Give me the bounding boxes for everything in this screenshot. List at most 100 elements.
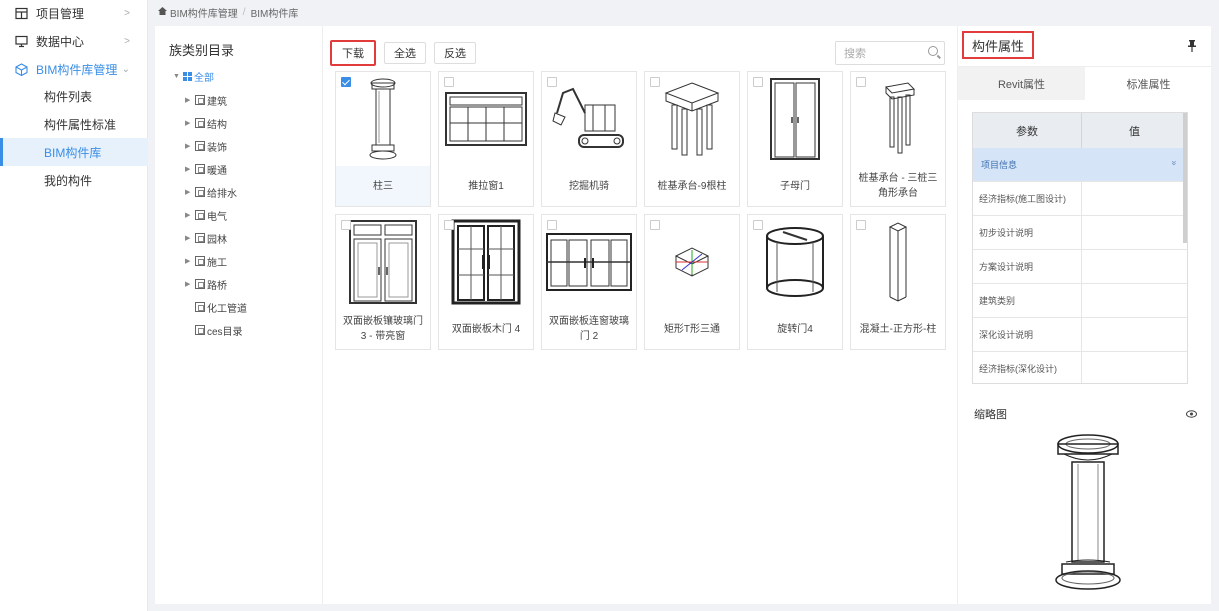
table-scrollbar[interactable] xyxy=(1183,113,1187,243)
nav-project-management[interactable]: 项目管理 > xyxy=(0,0,148,26)
table-row[interactable]: 深化设计说明 xyxy=(973,317,1187,351)
component-card[interactable]: 双面嵌板木门 4 xyxy=(438,214,534,350)
card-checkbox[interactable] xyxy=(650,220,660,230)
tree-node-category[interactable]: ces目录 xyxy=(195,322,243,338)
table-row[interactable]: 方案设计说明 xyxy=(973,249,1187,283)
caret-right-icon[interactable]: ▶ xyxy=(185,165,195,173)
nav-attribute-standard[interactable]: 构件属性标准 xyxy=(0,110,148,138)
folder-icon xyxy=(195,233,205,243)
component-card[interactable]: 双面嵌板镶玻璃门 3 - 带亮窗 xyxy=(335,214,431,350)
card-checkbox[interactable] xyxy=(650,77,660,87)
component-card[interactable]: 混凝土-正方形-柱 xyxy=(850,214,946,350)
card-checkbox[interactable] xyxy=(547,77,557,87)
tree-node-label: 给排水 xyxy=(207,188,237,200)
row-value[interactable] xyxy=(1082,216,1187,249)
tree-node-category[interactable]: 化工管道 xyxy=(195,299,247,315)
tree-node-category[interactable]: ▶ 给排水 xyxy=(185,184,237,200)
component-card[interactable]: 双面嵌板连窗玻璃门 2 xyxy=(541,214,637,350)
caret-right-icon[interactable]: ▶ xyxy=(185,142,195,150)
tab-revit-properties[interactable]: Revit属性 xyxy=(958,67,1085,100)
card-checkbox[interactable] xyxy=(341,220,351,230)
row-value[interactable] xyxy=(1082,284,1187,317)
tree-node-category[interactable]: ▶ 暖通 xyxy=(185,161,227,177)
caret-right-icon[interactable]: ▶ xyxy=(185,119,195,127)
nav-bim-library[interactable]: BIM构件库 xyxy=(0,138,148,166)
component-label: 矩形T形三通 xyxy=(663,323,721,335)
caret-right-icon[interactable]: ▶ xyxy=(185,188,195,196)
folder-icon xyxy=(195,302,205,312)
tab-standard-properties[interactable]: 标准属性 xyxy=(1085,67,1212,100)
row-value[interactable] xyxy=(1082,182,1187,215)
grid-icon xyxy=(183,71,192,81)
component-card[interactable]: 挖掘机骑 xyxy=(541,71,637,207)
invert-selection-button[interactable]: 反选 xyxy=(434,42,476,64)
caret-right-icon[interactable]: ▶ xyxy=(185,280,195,288)
group-row-project-info[interactable]: 项目信息 » xyxy=(973,148,1187,181)
row-value[interactable] xyxy=(1082,352,1187,383)
nav-my-components[interactable]: 我的构件 xyxy=(0,166,148,194)
component-label: 双面嵌板镶玻璃门 3 - 带亮窗 xyxy=(343,316,423,342)
component-card[interactable]: 桩基承台-9根柱 xyxy=(644,71,740,207)
home-icon[interactable] xyxy=(158,6,167,18)
card-checkbox[interactable] xyxy=(856,77,866,87)
card-checkbox[interactable] xyxy=(753,77,763,87)
row-param: 建筑类别 xyxy=(973,284,1083,317)
monitor-icon xyxy=(14,34,28,48)
nav-bim-library-management[interactable]: BIM构件库管理 ⌄ xyxy=(0,56,148,82)
card-checkbox[interactable] xyxy=(856,220,866,230)
component-card[interactable]: 旋转门4 xyxy=(747,214,843,350)
card-checkbox[interactable] xyxy=(753,220,763,230)
main-frame: 族类别目录 ▼ 全部 ▶ 建筑 ▶ 结构 ▶ 装饰 ▶ 暖通 ▶ 给排水 ▶ 电气 ▶ 园林 ▶ 施工 ▶ 路桥化… xyxy=(155,26,1212,604)
caret-right-icon[interactable]: ▶ xyxy=(185,234,195,242)
download-button[interactable]: 下载 xyxy=(330,40,376,66)
nav-project-management-label: 项目管理 xyxy=(36,6,85,21)
tree-node-category[interactable]: ▶ 装饰 xyxy=(185,138,227,154)
search-input[interactable]: 搜索 xyxy=(835,41,945,65)
tree-title: 族类别目录 xyxy=(169,43,235,58)
row-value[interactable] xyxy=(1082,250,1187,283)
card-checkbox[interactable] xyxy=(444,220,454,230)
component-card[interactable]: 子母门 xyxy=(747,71,843,207)
nav-data-center[interactable]: 数据中心 > xyxy=(0,28,148,54)
component-card[interactable]: 柱三 xyxy=(335,71,431,207)
row-param: 深化设计说明 xyxy=(973,318,1083,351)
table-row[interactable]: 经济指标(施工图设计) xyxy=(973,181,1187,215)
component-card[interactable]: 推拉窗1 xyxy=(438,71,534,207)
tree-node-category[interactable]: ▶ 建筑 xyxy=(185,92,227,108)
tree-node-category[interactable]: ▶ 结构 xyxy=(185,115,227,131)
row-value[interactable] xyxy=(1082,318,1187,351)
select-all-button[interactable]: 全选 xyxy=(384,42,426,64)
breadcrumb: BIM构件库管理 / BIM构件库 xyxy=(148,0,1219,24)
panel-title: 构件属性 xyxy=(962,31,1034,59)
eye-icon[interactable] xyxy=(1186,407,1197,418)
caret-right-icon[interactable]: ▶ xyxy=(185,211,195,219)
component-card[interactable]: 桩基承台 - 三桩三角形承台 xyxy=(850,71,946,207)
tree-node-category[interactable]: ▶ 电气 xyxy=(185,207,227,223)
card-checkbox[interactable] xyxy=(341,77,351,87)
table-row[interactable]: 初步设计说明 xyxy=(973,215,1187,249)
nav-component-list[interactable]: 构件列表 xyxy=(0,82,148,110)
tree-node-label: 路桥 xyxy=(207,280,227,292)
component-label: 推拉窗1 xyxy=(468,180,504,192)
caret-right-icon[interactable]: ▶ xyxy=(185,257,195,265)
header-value: 值 xyxy=(1128,125,1140,138)
nav-data-center-label: 数据中心 xyxy=(36,34,85,49)
tab-standard-properties-label: 标准属性 xyxy=(1126,78,1171,91)
table-row[interactable]: 经济指标(深化设计) xyxy=(973,351,1187,383)
sidebar: 项目管理 > 数据中心 > BIM构件库管理 ⌄ 构件列表 构件属性标准 BIM… xyxy=(0,0,148,611)
card-checkbox[interactable] xyxy=(444,77,454,87)
project-grid-icon xyxy=(14,6,28,20)
tree-node-category[interactable]: ▶ 施工 xyxy=(185,253,227,269)
component-card[interactable]: 矩形T形三通 xyxy=(644,214,740,350)
table-row[interactable]: 建筑类别 xyxy=(973,283,1187,317)
tree-node-root[interactable]: ▼ 全部 xyxy=(173,68,214,84)
search-icon[interactable] xyxy=(928,46,938,56)
tree-node-category[interactable]: ▶ 园林 xyxy=(185,230,227,246)
breadcrumb-first[interactable]: BIM构件库管理 xyxy=(170,5,238,20)
card-checkbox[interactable] xyxy=(547,220,557,230)
collapse-icon[interactable]: » xyxy=(1169,160,1179,165)
nav-attribute-standard-label: 构件属性标准 xyxy=(44,117,117,132)
caret-right-icon[interactable]: ▶ xyxy=(185,96,195,104)
tree-node-category[interactable]: ▶ 路桥 xyxy=(185,276,227,292)
pin-icon[interactable] xyxy=(1187,40,1197,52)
